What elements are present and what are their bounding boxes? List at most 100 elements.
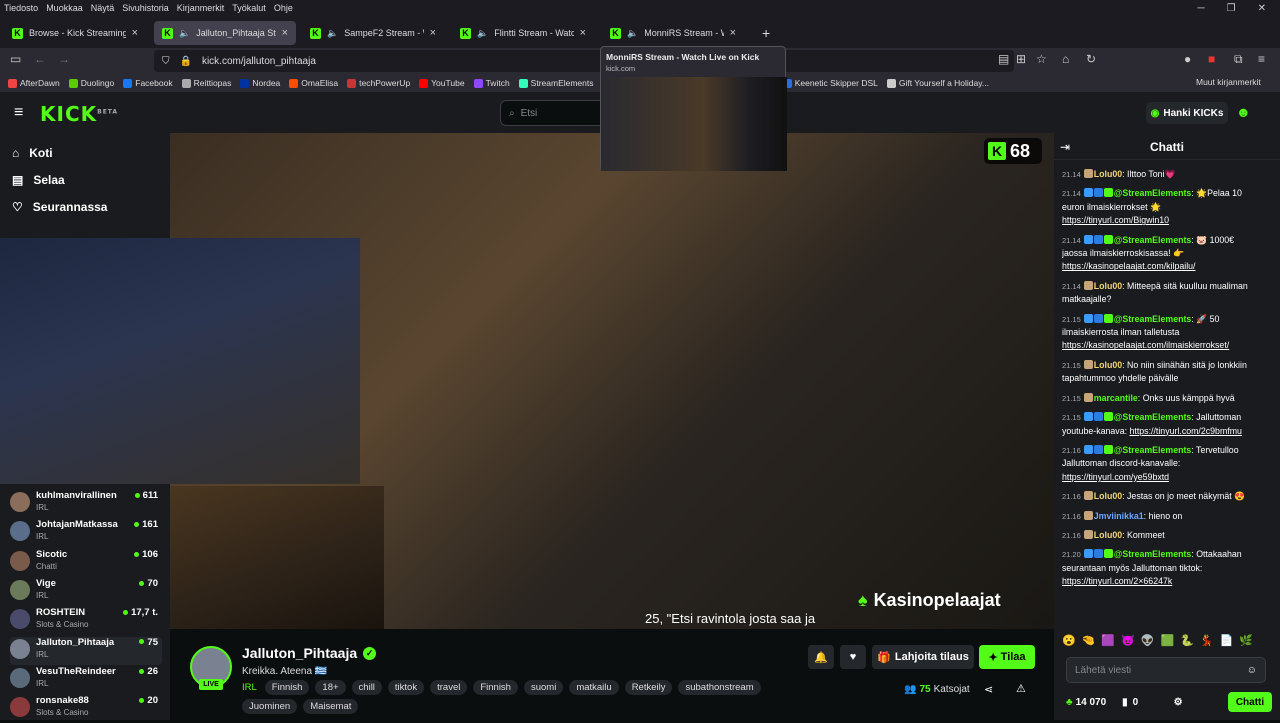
chat-username[interactable]: @StreamElements — [1114, 235, 1192, 245]
sidebar-nav-item[interactable]: ⌂ Koti — [12, 146, 53, 160]
close-window-icon[interactable]: ✕ — [1258, 3, 1266, 14]
chat-link[interactable]: https://tinyurl.com/2c9bmfmu — [1130, 426, 1242, 436]
chat-username[interactable]: @StreamElements — [1114, 549, 1192, 559]
stream-tag[interactable]: Juominen — [242, 699, 298, 714]
stream-category[interactable]: IRL — [242, 681, 257, 695]
browser-tab[interactable]: K 🔈 Flintti Stream - Watch Live × — [452, 21, 594, 45]
chat-username[interactable]: Lolu00 — [1094, 281, 1122, 291]
stream-tag[interactable]: chill — [351, 680, 382, 695]
sidebar-channel[interactable]: JohtajanMatkassa IRL 161 — [10, 519, 162, 547]
stream-tag[interactable]: Finnish — [473, 680, 518, 695]
menu-item[interactable]: Muokkaa — [46, 0, 83, 16]
stream-tag[interactable]: Maisemat — [303, 699, 359, 714]
sidebar-channel[interactable]: kuhlmanvirallinen IRL 611 — [10, 490, 162, 518]
bookmark-item[interactable]: Twitch — [473, 78, 510, 88]
bookmark-item[interactable]: StreamElements — [518, 78, 594, 88]
chat-link[interactable]: https://kasinopelaajat.com/ilmaiskierrok… — [1062, 340, 1229, 350]
bookmark-item[interactable]: AfterDawn — [8, 78, 60, 88]
sidebar-toggle-icon[interactable]: ▭ — [10, 52, 21, 66]
chat-username[interactable]: Lolu00 — [1094, 491, 1122, 501]
emote-icon[interactable]: 📄 — [1220, 634, 1234, 650]
forward-icon[interactable]: → — [58, 52, 70, 66]
chat-username[interactable]: @StreamElements — [1114, 188, 1192, 198]
stream-tag[interactable]: matkailu — [569, 680, 619, 695]
sidebar-channel[interactable]: Vige IRL 70 — [10, 578, 162, 606]
browser-tab[interactable]: K Browse - Kick Streaming × — [4, 21, 146, 45]
screenshot-icon[interactable]: ⊞ — [1016, 52, 1026, 66]
url-text[interactable]: kick.com/jalluton_pihtaaja — [202, 56, 316, 67]
speaker-icon[interactable]: 🔈 — [477, 28, 488, 39]
chat-settings-icon[interactable]: ⚙ — [1174, 697, 1183, 708]
menu-item[interactable]: Ohje — [274, 0, 293, 16]
hamburger-icon[interactable]: ≡ — [14, 104, 23, 122]
browser-tab[interactable]: K 🔈 MonniRS Stream - Watch × — [602, 21, 744, 45]
menu-item[interactable]: Näytä — [91, 0, 115, 16]
address-bar[interactable]: ⛉ 🔒 kick.com/jalluton_pihtaaja — [154, 50, 1014, 72]
extensions-icon[interactable]: ⧉ — [1234, 52, 1243, 67]
sidebar-channel[interactable]: VesuTheReindeer IRL 26 — [10, 666, 162, 694]
stream-tag[interactable]: Finnish — [264, 680, 310, 695]
stream-tag[interactable]: travel — [430, 680, 468, 695]
chat-link[interactable]: https://kasinopelaajat.com/kilpailu/ — [1062, 261, 1196, 271]
emote-icon[interactable]: 🟩 — [1161, 634, 1175, 650]
restore-icon[interactable]: ❐ — [1227, 3, 1236, 14]
notification-bell-button[interactable]: 🔔 — [808, 645, 834, 669]
chat-message-input[interactable]: Lähetä viesti ☺ — [1066, 657, 1266, 683]
gift-sub-button[interactable]: 🎁 Lahjoita tilaus — [872, 645, 974, 669]
chat-link[interactable]: https://tinyurl.com/ye59bxtd — [1062, 472, 1169, 482]
sidebar-channel[interactable]: ronsnake88 Slots & Casino 20 — [10, 695, 162, 723]
sidebar-channel[interactable]: Jalluton_Pihtaaja IRL 75 — [10, 636, 162, 665]
chat-username[interactable]: @StreamElements — [1114, 412, 1192, 422]
sidebar-channel[interactable]: ROSHTEIN Slots & Casino 17,7 t. — [10, 607, 162, 635]
chat-username[interactable]: marcantile — [1094, 393, 1138, 403]
kicks-balance[interactable]: 14 070 — [1076, 697, 1107, 708]
sidebar-nav-item[interactable]: ♡ Seurannassa — [12, 200, 107, 214]
speaker-icon[interactable]: 🔈 — [627, 28, 638, 39]
follow-button[interactable]: ♥ — [840, 645, 866, 669]
chat-username[interactable]: Lolu00 — [1094, 169, 1122, 179]
chat-link[interactable]: https://tinyurl.com/2×66247k — [1062, 576, 1172, 586]
emote-icon[interactable]: 😈 — [1121, 634, 1135, 650]
close-tab-icon[interactable]: × — [580, 27, 586, 39]
share-icon[interactable]: ⋖ — [984, 683, 993, 696]
menu-item[interactable]: Sivuhistoria — [122, 0, 169, 16]
reader-icon[interactable]: ▤ — [998, 52, 1009, 66]
emote-icon[interactable]: 👽 — [1141, 634, 1155, 650]
close-tab-icon[interactable]: × — [730, 27, 736, 39]
close-tab-icon[interactable]: × — [132, 27, 138, 39]
points-balance[interactable]: 0 — [1133, 697, 1139, 708]
streamer-name[interactable]: Jalluton_Pihtaaja — [242, 645, 357, 661]
emote-icon[interactable]: 🐍 — [1180, 634, 1194, 650]
stream-tag[interactable]: Retkeily — [624, 680, 673, 695]
subscribe-button[interactable]: ✦ Tilaa — [979, 645, 1035, 669]
emote-icon[interactable]: 🌿 — [1239, 634, 1253, 650]
bookmark-item[interactable]: OmaElisa — [289, 78, 338, 88]
emote-icon[interactable]: 🤏 — [1082, 634, 1096, 650]
chat-username[interactable]: @StreamElements — [1114, 445, 1192, 455]
bookmark-item[interactable]: Nordea — [240, 78, 280, 88]
back-icon[interactable]: ← — [34, 52, 46, 66]
menu-item[interactable]: Kirjanmerkit — [177, 0, 225, 16]
speaker-icon[interactable]: 🔈 — [327, 28, 338, 39]
kick-logo[interactable]: KICKBETA — [40, 102, 118, 126]
chat-username[interactable]: @StreamElements — [1114, 314, 1192, 324]
menu-item[interactable]: Työkalut — [232, 0, 266, 16]
close-tab-icon[interactable]: × — [282, 27, 288, 39]
home-browser-icon[interactable]: ⌂ — [1062, 52, 1069, 66]
emote-icon[interactable]: 🟪 — [1101, 634, 1115, 650]
stream-tag[interactable]: suomi — [523, 680, 564, 695]
collapse-chat-icon[interactable]: ⇥ — [1060, 140, 1070, 154]
account-icon[interactable]: ● — [1184, 52, 1191, 66]
bookmark-item[interactable]: Duolingo — [68, 78, 114, 88]
sidebar-nav-item[interactable]: ▤ Selaa — [12, 173, 65, 187]
bookmark-item[interactable]: Gift Yourself a Holiday... — [886, 78, 989, 88]
emote-icon[interactable]: 😮 — [1062, 634, 1076, 650]
stream-tag[interactable]: 18+ — [315, 680, 346, 695]
chat-username[interactable]: Lolu00 — [1094, 530, 1122, 540]
report-icon[interactable]: ⚠ — [1016, 682, 1026, 695]
minimize-icon[interactable]: ─ — [1198, 3, 1205, 14]
new-tab-button[interactable]: + — [754, 21, 778, 45]
chat-link[interactable]: https://tinyurl.com/Bigwin10 — [1062, 215, 1169, 225]
get-kicks-button[interactable]: ◉ Hanki KICKs — [1146, 102, 1228, 124]
extension-badge-icon[interactable]: ■ — [1208, 52, 1215, 66]
